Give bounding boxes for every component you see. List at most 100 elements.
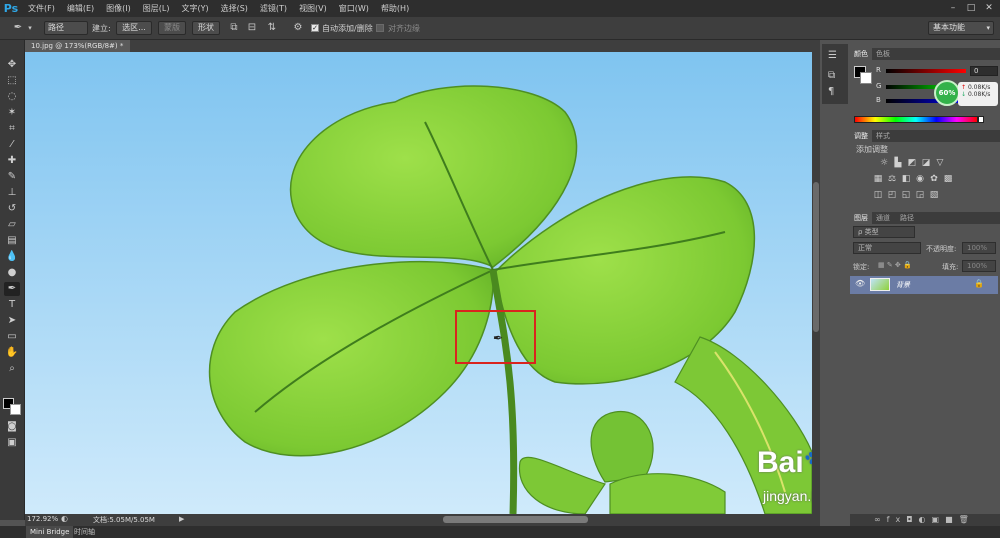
pen-tool-preset-icon[interactable]: ✒ [12,22,24,34]
eyedropper-tool-icon[interactable]: ⁄ [4,138,20,152]
photo-filter-icon[interactable]: ◉ [914,174,926,184]
mask-button[interactable]: 蒙版 [158,21,186,35]
tab-layers[interactable]: 图层 [850,212,872,224]
status-info-icon[interactable]: ◐ [61,514,68,523]
menu-image[interactable]: 图像(I) [100,3,137,14]
menu-layer[interactable]: 图层(L) [137,3,176,14]
shape-button[interactable]: 形状 [192,21,220,35]
tab-color[interactable]: 颜色 [850,48,872,60]
align-edges-checkbox[interactable] [376,24,384,32]
document-canvas[interactable]: ✒ Bai🐾经验 jingyan.baidu.com [25,52,812,514]
selection-button[interactable]: 选区... [116,21,152,35]
layer-name[interactable]: 背景 [896,280,910,290]
vertical-scrollbar[interactable] [812,52,820,514]
magic-wand-tool-icon[interactable]: ✶ [4,106,20,120]
path-selection-tool-icon[interactable]: ➤ [4,314,20,328]
layer-row-background[interactable]: 👁 背景 🔒 [850,276,998,294]
blur-tool-icon[interactable]: 💧 [4,250,20,264]
close-button[interactable]: ✕ [980,2,998,14]
fill-field[interactable]: 100% [962,260,996,272]
eraser-tool-icon[interactable]: ▱ [4,218,20,232]
menu-select[interactable]: 选择(S) [215,3,254,14]
menu-edit[interactable]: 编辑(E) [61,3,100,14]
layer-filter-select[interactable]: ρ 类型 [853,226,915,238]
history-panel-icon[interactable]: ☰ [828,50,837,61]
lock-options-icon[interactable]: ▦ ✎ ✥ 🔒 [878,261,912,269]
tab-adjustments[interactable]: 调整 [850,130,872,142]
gradient-map-icon[interactable]: ▧ [928,190,940,200]
color-balance-icon[interactable]: ⚖ [886,174,898,184]
crop-tool-icon[interactable]: ⌗ [4,122,20,136]
tab-paths[interactable]: 路径 [896,212,918,224]
brush-tool-icon[interactable]: ✎ [4,170,20,184]
vertical-scroll-thumb[interactable] [813,182,819,332]
type-tool-icon[interactable]: T [4,298,20,312]
lasso-tool-icon[interactable]: ◌ [4,90,20,104]
red-slider[interactable] [886,69,966,73]
exposure-icon[interactable]: ◪ [920,158,932,168]
tab-timeline[interactable]: 时间轴 [70,526,99,538]
dodge-tool-icon[interactable]: ● [4,266,20,280]
red-value-field[interactable]: 0 [970,66,998,76]
black-white-icon[interactable]: ◧ [900,174,912,184]
rectangle-tool-icon[interactable]: ▭ [4,330,20,344]
marquee-tool-icon[interactable]: ⬚ [4,74,20,88]
hand-tool-icon[interactable]: ✋ [4,346,20,360]
tools-panel: ✥ ⬚ ◌ ✶ ⌗ ⁄ ✚ ✎ ⊥ ↺ ▱ ▤ 💧 ● ✒ T ➤ ▭ ✋ ⌕ … [0,40,25,520]
character-panel-icon[interactable]: ¶ [828,86,834,97]
levels-icon[interactable]: ▙ [892,158,904,168]
tab-channels[interactable]: 通道 [872,212,894,224]
selective-color-icon[interactable]: ◲ [914,190,926,200]
layers-footer-icons[interactable]: ∞fx◘◐▣■🗑 [850,514,1000,526]
menu-window[interactable]: 窗口(W) [333,3,375,14]
net-speed-badge[interactable]: 60% [934,80,960,106]
history-brush-tool-icon[interactable]: ↺ [4,202,20,216]
opacity-field[interactable]: 100% [962,242,996,254]
background-color-swatch[interactable] [10,404,21,415]
menu-type[interactable]: 文字(Y) [175,3,214,14]
gear-icon[interactable]: ⚙ [292,22,304,34]
status-menu-arrow-icon[interactable]: ▶ [179,515,184,523]
tab-styles[interactable]: 样式 [872,130,894,142]
color-spectrum-bar[interactable] [854,116,978,123]
minimize-button[interactable]: – [944,2,962,14]
blend-mode-select[interactable]: 正常 [853,242,921,254]
properties-panel-icon[interactable]: ⧉ [828,70,835,81]
menu-file[interactable]: 文件(F) [22,3,61,14]
zoom-level[interactable]: 172.92% [27,515,58,523]
invert-icon[interactable]: ◫ [872,190,884,200]
maximize-button[interactable]: □ [962,2,980,14]
quick-mask-icon[interactable]: ◙ [4,420,20,434]
auto-add-delete-checkbox[interactable]: ✓ [311,24,319,32]
channel-mixer-icon[interactable]: ✿ [928,174,940,184]
tab-swatches[interactable]: 色板 [872,48,894,60]
horizontal-scroll-thumb[interactable] [443,516,588,523]
clone-stamp-tool-icon[interactable]: ⊥ [4,186,20,200]
brightness-icon[interactable]: ☼ [878,158,890,168]
color-lookup-icon[interactable]: ▩ [942,174,954,184]
hue-saturation-icon[interactable]: ▦ [872,174,884,184]
move-tool-icon[interactable]: ✥ [4,58,20,72]
pen-tool-icon[interactable]: ✒ [4,282,20,296]
menu-filter[interactable]: 滤镜(T) [254,3,293,14]
posterize-icon[interactable]: ◰ [886,190,898,200]
zoom-tool-icon[interactable]: ⌕ [4,362,20,376]
menu-help[interactable]: 帮助(H) [375,3,415,14]
threshold-icon[interactable]: ◱ [900,190,912,200]
healing-brush-tool-icon[interactable]: ✚ [4,154,20,168]
vibrance-icon[interactable]: ▽ [934,158,946,168]
white-swatch[interactable] [978,116,984,123]
eye-icon[interactable]: 👁 [855,279,865,288]
tab-mini-bridge[interactable]: Mini Bridge [26,526,74,538]
workspace-select[interactable]: 基本功能 ▾ [928,21,994,35]
path-operations-icon[interactable]: ⧉ [228,22,240,34]
mode-select[interactable]: 路径 [44,21,88,35]
path-alignment-icon[interactable]: ⊟ [246,22,258,34]
document-tab[interactable]: 10.jpg @ 173%(RGB/8#) * ✕ [25,40,130,62]
menu-view[interactable]: 视图(V) [293,3,333,14]
curves-icon[interactable]: ◩ [906,158,918,168]
path-arrange-icon[interactable]: ⇅ [266,22,278,34]
chevron-down-icon[interactable]: ▾ [24,22,36,34]
gradient-tool-icon[interactable]: ▤ [4,234,20,248]
screen-mode-icon[interactable]: ▣ [4,436,20,450]
